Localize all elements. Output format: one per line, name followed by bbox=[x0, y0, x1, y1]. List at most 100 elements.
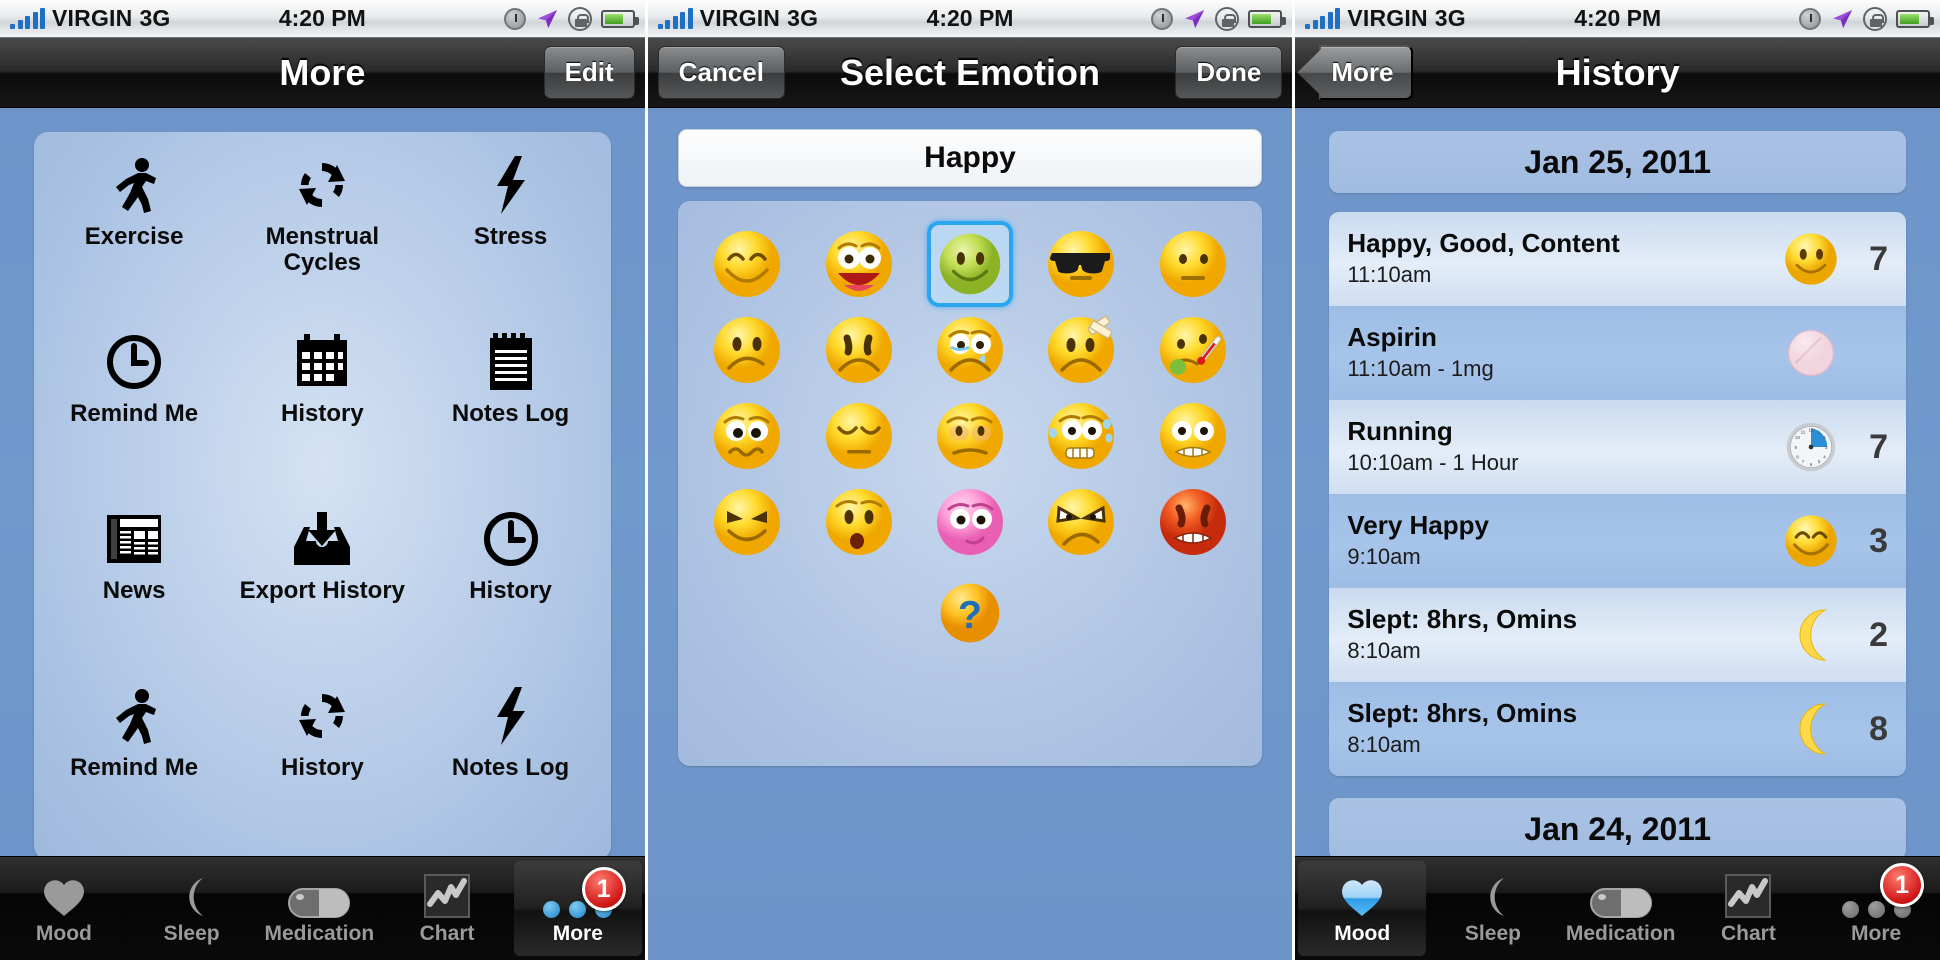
entry-title: Slept: 8hrs, Omins bbox=[1347, 604, 1578, 635]
tab-medication[interactable]: Medication bbox=[255, 857, 383, 960]
table-row[interactable]: Aspirin 11:10am - 1mg bbox=[1329, 306, 1907, 400]
inbox-download-icon bbox=[293, 508, 351, 570]
grid-item-remind-me[interactable]: Remind Me bbox=[40, 323, 228, 500]
moon-icon bbox=[1776, 702, 1846, 756]
network-type: 3G bbox=[139, 5, 171, 31]
emotion-surprised-oh-face[interactable] bbox=[816, 479, 902, 565]
tab-more[interactable]: More 1 bbox=[513, 861, 642, 956]
table-row[interactable]: Happy, Good, Content 11:10am 7 bbox=[1329, 212, 1907, 306]
emotion-injured-bandage-face[interactable] bbox=[1038, 307, 1124, 393]
network-type: 3G bbox=[1434, 5, 1466, 31]
emotion-smiling-closed-eyes-face[interactable] bbox=[704, 221, 790, 307]
grid-item-history[interactable]: History bbox=[228, 323, 416, 500]
tab-chart[interactable]: Chart bbox=[383, 857, 511, 960]
cycle-arrows-icon bbox=[293, 154, 351, 216]
tab-mood[interactable]: Mood bbox=[1298, 861, 1427, 956]
tab-medication[interactable]: Medication bbox=[1557, 857, 1685, 960]
history-list[interactable]: Jan 25, 2011 Happy, Good, Content 11:10a… bbox=[1295, 109, 1940, 856]
grid-item-export-history[interactable]: Export History bbox=[228, 500, 416, 677]
emotion-neutral-face[interactable] bbox=[1150, 221, 1236, 307]
table-row[interactable]: Running 10:10am - 1 Hour 12 3 6 9 1 2 4 5 7 8 10 11… bbox=[1329, 400, 1907, 494]
history-entries: Happy, Good, Content 11:10am 7 Aspirin 1… bbox=[1329, 212, 1907, 776]
tab-bar-more: Mood Sleep Medication Chart More 1 bbox=[0, 856, 645, 960]
edit-button[interactable]: Edit bbox=[543, 46, 635, 99]
emotion-anxious-sweat-face[interactable] bbox=[1038, 393, 1124, 479]
table-row[interactable]: Very Happy 9:10am 3 bbox=[1329, 494, 1907, 588]
status-bar-right bbox=[1151, 6, 1287, 31]
emotion-sunglasses-face[interactable] bbox=[1038, 221, 1124, 307]
phone-screen-history: VIRGIN 3G 4:20 PM More History Jan 25, 2… bbox=[1295, 0, 1940, 960]
tab-chart[interactable]: Chart bbox=[1685, 857, 1813, 960]
emotion-red-furious-face[interactable] bbox=[1150, 479, 1236, 565]
tab-more[interactable]: More 1 bbox=[1812, 857, 1940, 960]
grid-item-label: News bbox=[102, 577, 166, 604]
back-button[interactable]: More bbox=[1319, 45, 1414, 100]
pill-icon bbox=[1589, 872, 1652, 918]
emotion-pink-blushing-face[interactable] bbox=[927, 479, 1013, 565]
table-row[interactable]: Slept: 8hrs, Omins 8:10am 2 bbox=[1329, 588, 1907, 682]
grid-item-menstrual-cycles[interactable]: Menstrual Cycles bbox=[228, 146, 416, 323]
grid-item-label: Stress bbox=[473, 223, 548, 250]
grid-item-label: Remind Me bbox=[70, 754, 199, 781]
emotion-grimacing-face[interactable] bbox=[1150, 393, 1236, 479]
grid-item-notes-log-2[interactable]: Notes Log bbox=[416, 677, 604, 854]
emotion-angry-face[interactable] bbox=[1038, 479, 1124, 565]
tab-label: Chart bbox=[1720, 921, 1776, 945]
emotion-worried-blushing-face[interactable] bbox=[927, 393, 1013, 479]
grid-item-news[interactable]: News bbox=[40, 500, 228, 677]
status-bar: VIRGIN 3G 4:20 PM bbox=[0, 0, 645, 38]
heart-icon bbox=[42, 872, 86, 918]
status-bar: VIRGIN 3G 4:20 PM bbox=[1295, 0, 1940, 38]
emotion-mischievous-smile-face[interactable] bbox=[704, 479, 790, 565]
emotion-row bbox=[678, 479, 1263, 565]
tab-label: Sleep bbox=[1464, 921, 1521, 945]
alarm-clock-icon bbox=[503, 7, 526, 30]
rotation-lock-icon bbox=[1863, 6, 1888, 31]
line-chart-icon bbox=[1725, 872, 1772, 918]
grid-item-label: Notes Log bbox=[451, 754, 570, 781]
grid-item-label: History bbox=[469, 577, 552, 604]
running-person-icon bbox=[108, 154, 160, 216]
emotion-crying-face[interactable] bbox=[927, 307, 1013, 393]
emotion-confused-wavy-mouth-face[interactable] bbox=[704, 393, 790, 479]
location-arrow-icon bbox=[537, 9, 557, 28]
emotion-green-smiling-face[interactable] bbox=[926, 221, 1013, 307]
grid-item-remind-me-2[interactable]: Remind Me bbox=[40, 677, 228, 854]
emotion-sad-face[interactable] bbox=[816, 307, 902, 393]
running-person-icon bbox=[108, 685, 160, 747]
more-grid: Exercise Menstrual Cycles Stress Remind … bbox=[34, 132, 611, 860]
alarm-clock-icon bbox=[1799, 7, 1822, 30]
tab-sleep[interactable]: Sleep bbox=[128, 857, 256, 960]
grid-item-stress[interactable]: Stress bbox=[416, 146, 604, 323]
battery-icon bbox=[1896, 9, 1935, 28]
emotion-slightly-frowning-face[interactable] bbox=[704, 307, 790, 393]
entry-text: Aspirin 11:10am - 1mg bbox=[1347, 322, 1776, 382]
emotion-sleepy-closed-eyes-face[interactable] bbox=[816, 393, 902, 479]
grid-item-notes-log[interactable]: Notes Log bbox=[416, 323, 604, 500]
grid-item-history-3[interactable]: History bbox=[228, 677, 416, 854]
grid-item-label: Notes Log bbox=[451, 400, 570, 427]
tab-sleep[interactable]: Sleep bbox=[1429, 857, 1557, 960]
status-bar: VIRGIN 3G 4:20 PM bbox=[647, 0, 1293, 38]
clock-icon bbox=[106, 331, 162, 393]
entry-title: Aspirin bbox=[1347, 322, 1437, 353]
grid-item-exercise[interactable]: Exercise bbox=[40, 146, 228, 323]
cancel-button[interactable]: Cancel bbox=[657, 46, 785, 99]
status-bar-right bbox=[1799, 6, 1935, 31]
grid-item-history-2[interactable]: History bbox=[416, 500, 604, 677]
table-row[interactable]: Slept: 8hrs, Omins 8:10am 8 bbox=[1329, 682, 1907, 776]
emotion-laughing-open-mouth-face[interactable] bbox=[816, 221, 902, 307]
nav-bar-emotion: Cancel Select Emotion Done bbox=[647, 38, 1293, 108]
status-bar-left: VIRGIN 3G bbox=[657, 5, 819, 32]
nav-bar-history: More History bbox=[1295, 38, 1940, 108]
phone-screen-select-emotion: VIRGIN 3G 4:20 PM Cancel Select Emotion … bbox=[647, 0, 1293, 960]
tab-label: More bbox=[1851, 921, 1902, 945]
done-button[interactable]: Done bbox=[1175, 46, 1283, 99]
emotion-sick-thermometer-face[interactable] bbox=[1150, 307, 1236, 393]
question-mark-icon: ? bbox=[940, 583, 1000, 643]
tab-mood[interactable]: Mood bbox=[0, 857, 128, 960]
entry-title: Running bbox=[1347, 416, 1453, 447]
lightning-bolt-icon bbox=[494, 154, 528, 216]
status-bar-left: VIRGIN 3G bbox=[10, 5, 171, 32]
help-question-button[interactable]: ? bbox=[938, 581, 1002, 650]
